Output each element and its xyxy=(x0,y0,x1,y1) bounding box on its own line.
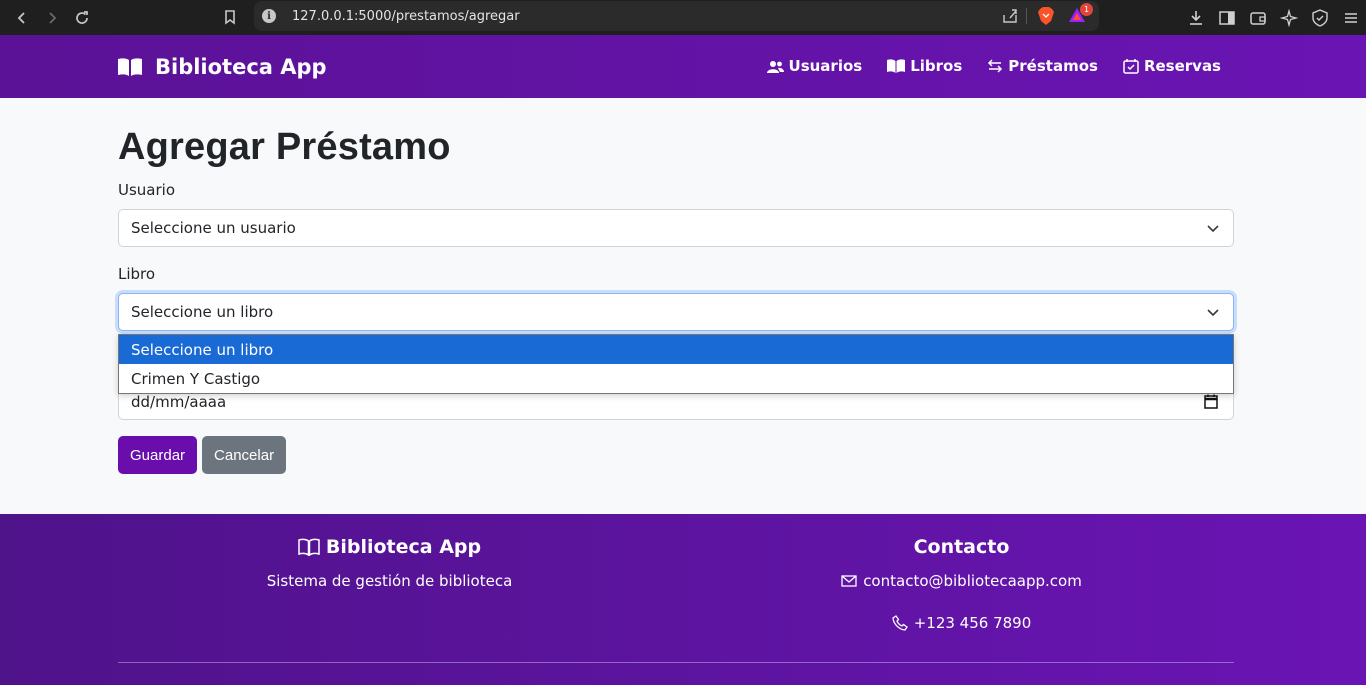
brave-shield-icon[interactable] xyxy=(1037,6,1055,26)
footer-contact-title: Contacto xyxy=(913,536,1010,558)
fecha-placeholder: dd/mm/aaaa xyxy=(131,392,227,411)
address-bar[interactable]: i 127.0.0.1:5000/prestamos/agregar 1 xyxy=(254,1,1099,31)
envelope-icon xyxy=(841,575,857,587)
nav-link-label: Libros xyxy=(910,57,963,75)
menu-icon[interactable] xyxy=(1340,7,1362,29)
nav-link-label: Reservas xyxy=(1143,57,1221,75)
calendar-icon[interactable] xyxy=(1204,394,1218,409)
usuario-label: Usuario xyxy=(118,181,176,199)
bookmark-button[interactable] xyxy=(215,2,245,32)
chevron-down-icon xyxy=(1207,225,1219,233)
wallet-icon[interactable] xyxy=(1247,7,1269,29)
reload-icon xyxy=(76,10,88,24)
ai-sparkle-icon[interactable] xyxy=(1278,7,1300,29)
footer-divider xyxy=(118,662,1234,663)
exchange-icon xyxy=(988,59,1003,73)
sidebar-icon[interactable] xyxy=(1216,7,1238,29)
notification-badge: 1 xyxy=(1080,3,1093,16)
footer-brand-name: Biblioteca App xyxy=(325,536,482,558)
main-content: Agregar Préstamo Usuario Seleccione un u… xyxy=(118,98,1234,331)
footer: Biblioteca App Sistema de gestión de bib… xyxy=(0,514,1366,685)
footer-tagline: Sistema de gestión de biblioteca xyxy=(266,572,513,590)
open-book-icon xyxy=(118,58,142,76)
footer-phone: +123 456 7890 xyxy=(690,614,1233,632)
browser-toolbar: i 127.0.0.1:5000/prestamos/agregar 1 xyxy=(0,0,1366,35)
libro-label: Libro xyxy=(118,265,156,283)
book-icon xyxy=(887,59,906,73)
cancelar-button[interactable]: Cancelar xyxy=(202,436,287,474)
phone-icon xyxy=(892,615,908,631)
footer-email-text[interactable]: contacto@bibliotecaapp.com xyxy=(863,572,1082,590)
brand-name: Biblioteca App xyxy=(155,55,327,79)
site-info-icon[interactable]: i xyxy=(262,9,276,23)
chevron-left-icon xyxy=(17,11,25,24)
reload-button[interactable] xyxy=(67,3,97,33)
libro-option[interactable]: Crimen Y Castigo xyxy=(119,364,1233,393)
footer-phone-text: +123 456 7890 xyxy=(913,614,1032,632)
libro-options-list: Seleccione un libro Crimen Y Castigo xyxy=(118,334,1234,394)
vpn-shield-icon[interactable] xyxy=(1309,7,1331,29)
libro-option[interactable]: Seleccione un libro xyxy=(119,335,1233,364)
bookmark-icon xyxy=(225,10,235,25)
users-icon xyxy=(766,60,784,73)
usuario-selected-value: Seleccione un usuario xyxy=(131,219,296,237)
nav-link-prestamos[interactable]: Préstamos xyxy=(987,57,1098,75)
guardar-button[interactable]: Guardar xyxy=(118,436,198,474)
nav-link-label: Usuarios xyxy=(788,57,863,75)
footer-brand: Biblioteca App xyxy=(118,536,661,558)
footer-email: contacto@bibliotecaapp.com xyxy=(690,572,1233,590)
open-book-outline-icon xyxy=(298,538,320,556)
calendar-check-icon xyxy=(1123,59,1139,74)
forward-button[interactable] xyxy=(37,3,67,33)
divider xyxy=(1026,8,1027,24)
nav-link-libros[interactable]: Libros xyxy=(887,57,962,75)
chevron-down-icon xyxy=(1207,309,1219,317)
chevron-right-icon xyxy=(49,11,57,24)
nav-link-reservas[interactable]: Reservas xyxy=(1123,57,1221,75)
libro-select[interactable]: Seleccione un libro xyxy=(118,293,1234,331)
usuario-select[interactable]: Seleccione un usuario xyxy=(118,209,1234,247)
libro-selected-value: Seleccione un libro xyxy=(131,303,274,321)
page-title: Agregar Préstamo xyxy=(118,126,451,168)
navbar-brand[interactable]: Biblioteca App xyxy=(117,55,327,79)
back-button[interactable] xyxy=(7,3,37,33)
app-navbar: Biblioteca App Usuarios Libros Préstamos… xyxy=(0,35,1366,98)
nav-link-usuarios[interactable]: Usuarios xyxy=(766,57,863,75)
url-text: 127.0.0.1:5000/prestamos/agregar xyxy=(292,8,520,24)
download-icon[interactable] xyxy=(1185,7,1207,29)
nav-link-label: Préstamos xyxy=(1008,57,1098,75)
share-icon[interactable] xyxy=(1001,7,1019,25)
